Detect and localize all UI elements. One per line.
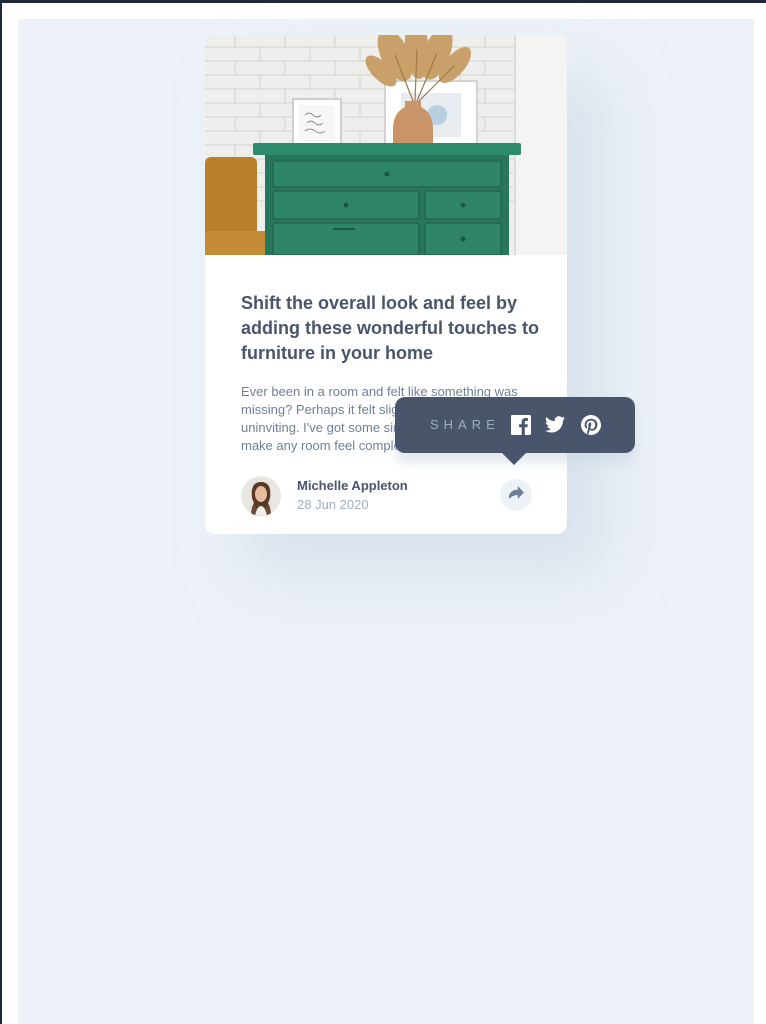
share-button[interactable] — [500, 479, 532, 511]
tooltip-arrow — [502, 453, 526, 465]
post-date: 28 Jun 2020 — [297, 497, 369, 512]
author-name: Michelle Appleton — [297, 478, 408, 493]
share-arrow-icon — [508, 486, 524, 504]
author-avatar — [241, 476, 281, 516]
window-frame-top — [0, 0, 766, 3]
twitter-icon[interactable] — [545, 416, 565, 436]
window-frame-left — [0, 0, 2, 1024]
share-label: SHARE — [430, 417, 500, 432]
article-image — [205, 35, 567, 255]
share-tooltip: SHARE — [395, 397, 635, 465]
article-title[interactable]: Shift the overall look and feel by addin… — [241, 291, 541, 366]
pinterest-icon[interactable] — [581, 415, 601, 435]
facebook-icon[interactable] — [511, 415, 531, 435]
